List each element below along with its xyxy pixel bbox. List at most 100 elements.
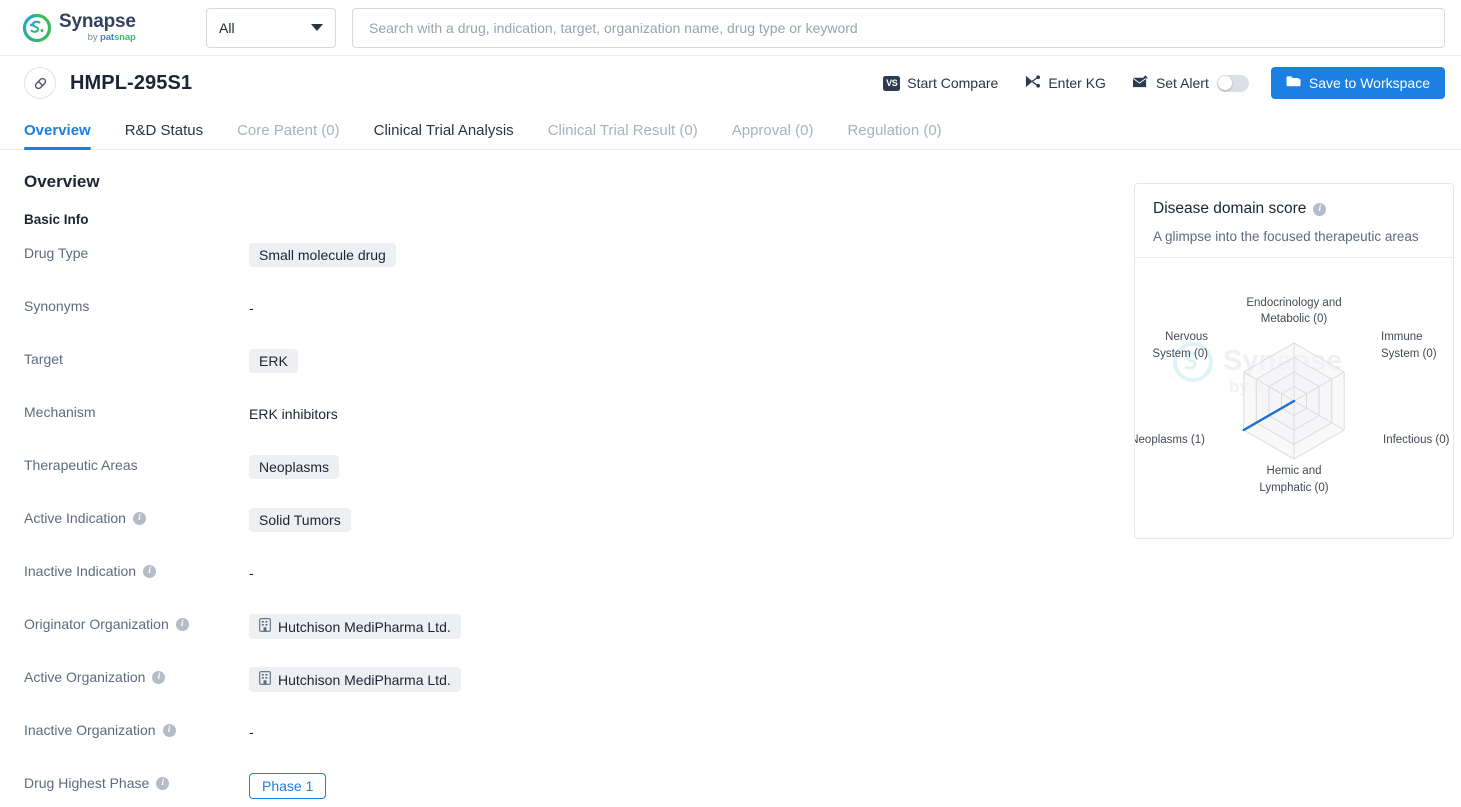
label-inactive-indication: Inactive Indication i: [24, 559, 249, 579]
enter-kg-button[interactable]: Enter KG: [1024, 74, 1106, 92]
info-row-therapeutic-areas: Therapeutic Areas Neoplasms: [24, 453, 1120, 506]
tab-core-patent[interactable]: Core Patent (0): [237, 122, 340, 149]
value-drug-highest-phase: Phase 1: [249, 771, 327, 799]
disease-domain-radar-chart[interactable]: Synapse by patsnap Endocrinology and Met…: [1135, 258, 1453, 528]
label-text: Inactive Indication: [24, 563, 137, 579]
info-row-inactive-indication: Inactive Indication i -: [24, 559, 1120, 612]
info-row-drug-highest-phase: Drug Highest Phase i Phase 1: [24, 771, 1120, 807]
chip-target[interactable]: ERK: [249, 349, 298, 373]
save-to-workspace-button[interactable]: Save to Workspace: [1270, 67, 1445, 99]
info-row-active-indication: Active Indication i Solid Tumors: [24, 506, 1120, 559]
radar-label-nervous-2: System (0): [1152, 348, 1208, 360]
brand-tagline: by patsnap: [87, 32, 136, 44]
top-bar: Synapse by patsnap All: [0, 0, 1461, 56]
info-icon[interactable]: i: [132, 511, 146, 525]
info-row-mechanism: Mechanism ERK inhibitors: [24, 400, 1120, 453]
label-text: Active Indication: [24, 510, 126, 526]
label-text: Therapeutic Areas: [24, 457, 138, 473]
label-text: Inactive Organization: [24, 722, 156, 738]
value-text: -: [249, 724, 254, 740]
label-text: Synonyms: [24, 298, 90, 314]
label-text: Drug Type: [24, 245, 89, 261]
vs-icon: VS: [883, 75, 901, 91]
radar-label-nervous-1: Nervous: [1165, 331, 1208, 343]
label-text: Mechanism: [24, 404, 96, 420]
brand-wordmark: Synapse by patsnap: [59, 12, 136, 43]
chip-active-organization[interactable]: Hutchison MediPharma Ltd.: [249, 667, 461, 692]
value-synonyms: -: [249, 294, 254, 316]
value-text: -: [249, 565, 254, 581]
radar-label-hemic-2: Lymphatic (0): [1259, 482, 1328, 494]
value-target: ERK: [249, 347, 298, 373]
overview-panel: Overview Basic Info Drug Type Small mole…: [0, 150, 1120, 807]
value-active-organization: Hutchison MediPharma Ltd.: [249, 665, 461, 692]
disease-domain-score-header: Disease domain score i A glimpse into th…: [1135, 184, 1453, 258]
chip-drug-type[interactable]: Small molecule drug: [249, 243, 396, 267]
info-icon[interactable]: i: [156, 776, 170, 790]
organization-icon: [259, 618, 271, 635]
disease-domain-score-subtitle: A glimpse into the focused therapeutic a…: [1153, 229, 1419, 244]
knowledge-graph-icon: [1024, 74, 1041, 92]
tab-clinical-trial-analysis[interactable]: Clinical Trial Analysis: [374, 122, 514, 149]
value-drug-type: Small molecule drug: [249, 241, 396, 267]
set-alert-toggle[interactable]: [1216, 74, 1249, 92]
folder-icon: [1286, 75, 1301, 91]
info-icon[interactable]: i: [162, 723, 176, 737]
tab-overview[interactable]: Overview: [24, 122, 91, 150]
disease-domain-score-title: Disease domain score i: [1153, 200, 1435, 218]
header-actions: VS Start Compare Enter KG Set Alert Save…: [883, 67, 1445, 99]
info-icon[interactable]: i: [1313, 202, 1327, 216]
page-body: Overview Basic Info Drug Type Small mole…: [0, 150, 1461, 807]
info-icon[interactable]: i: [175, 617, 189, 631]
radar-label-infectious: Infectious (0): [1383, 434, 1450, 446]
enter-kg-label: Enter KG: [1048, 75, 1106, 91]
tab-clinical-trial-result[interactable]: Clinical Trial Result (0): [548, 122, 698, 149]
toggle-knob: [1218, 76, 1233, 90]
value-inactive-indication: -: [249, 559, 254, 581]
search-scope-select[interactable]: All: [206, 7, 336, 48]
drug-highest-phase-button[interactable]: Phase 1: [249, 773, 327, 799]
radar-svg: Endocrinology and Metabolic (0) Immune S…: [1135, 297, 1450, 494]
label-inactive-organization: Inactive Organization i: [24, 718, 249, 738]
save-to-workspace-label: Save to Workspace: [1308, 75, 1430, 91]
label-text: Active Organization: [24, 669, 146, 685]
radar-label-endocrinology-1: Endocrinology and: [1246, 297, 1341, 309]
radar-label-neoplasms: Neoplasms (1): [1135, 434, 1205, 446]
radar-label-hemic-1: Hemic and: [1267, 465, 1322, 477]
chip-originator-organization[interactable]: Hutchison MediPharma Ltd.: [249, 614, 461, 639]
value-mechanism: ERK inhibitors: [249, 400, 338, 422]
set-alert-label: Set Alert: [1155, 75, 1209, 91]
label-active-organization: Active Organization i: [24, 665, 249, 685]
info-row-target: Target ERK: [24, 347, 1120, 400]
capsule-icon: [24, 67, 56, 99]
info-icon[interactable]: i: [152, 670, 166, 684]
value-active-indication: Solid Tumors: [249, 506, 351, 532]
synapse-logo-icon: [22, 13, 52, 43]
radar-label-endocrinology-2: Metabolic (0): [1261, 313, 1328, 325]
radar-label-immune-1: Immune: [1381, 331, 1423, 343]
chevron-down-icon: [311, 24, 323, 31]
brand-logo[interactable]: Synapse by patsnap: [22, 12, 182, 43]
label-originator-organization: Originator Organization i: [24, 612, 249, 632]
chip-therapeutic-area[interactable]: Neoplasms: [249, 455, 340, 479]
search-input[interactable]: [367, 18, 1430, 37]
alert-envelope-icon: [1132, 74, 1149, 92]
label-target: Target: [24, 347, 249, 367]
tab-approval[interactable]: Approval (0): [732, 122, 814, 149]
tab-rd-status[interactable]: R&D Status: [125, 122, 203, 149]
chip-active-indication[interactable]: Solid Tumors: [249, 508, 351, 532]
label-drug-highest-phase: Drug Highest Phase i: [24, 771, 249, 791]
set-alert-button[interactable]: Set Alert: [1132, 74, 1209, 92]
info-icon[interactable]: i: [143, 564, 157, 578]
label-text: Originator Organization: [24, 616, 169, 632]
global-search-box[interactable]: [352, 7, 1445, 48]
tab-bar: Overview R&D Status Core Patent (0) Clin…: [0, 110, 1461, 150]
info-row-active-organization: Active Organization i Hutchison MediPhar…: [24, 665, 1120, 718]
label-drug-type: Drug Type: [24, 241, 249, 261]
value-text: ERK inhibitors: [249, 406, 338, 422]
start-compare-label: Start Compare: [907, 75, 999, 91]
start-compare-button[interactable]: VS Start Compare: [883, 75, 998, 91]
basic-info-heading: Basic Info: [24, 212, 89, 227]
tab-regulation[interactable]: Regulation (0): [847, 122, 941, 149]
value-therapeutic-areas: Neoplasms: [249, 453, 340, 479]
